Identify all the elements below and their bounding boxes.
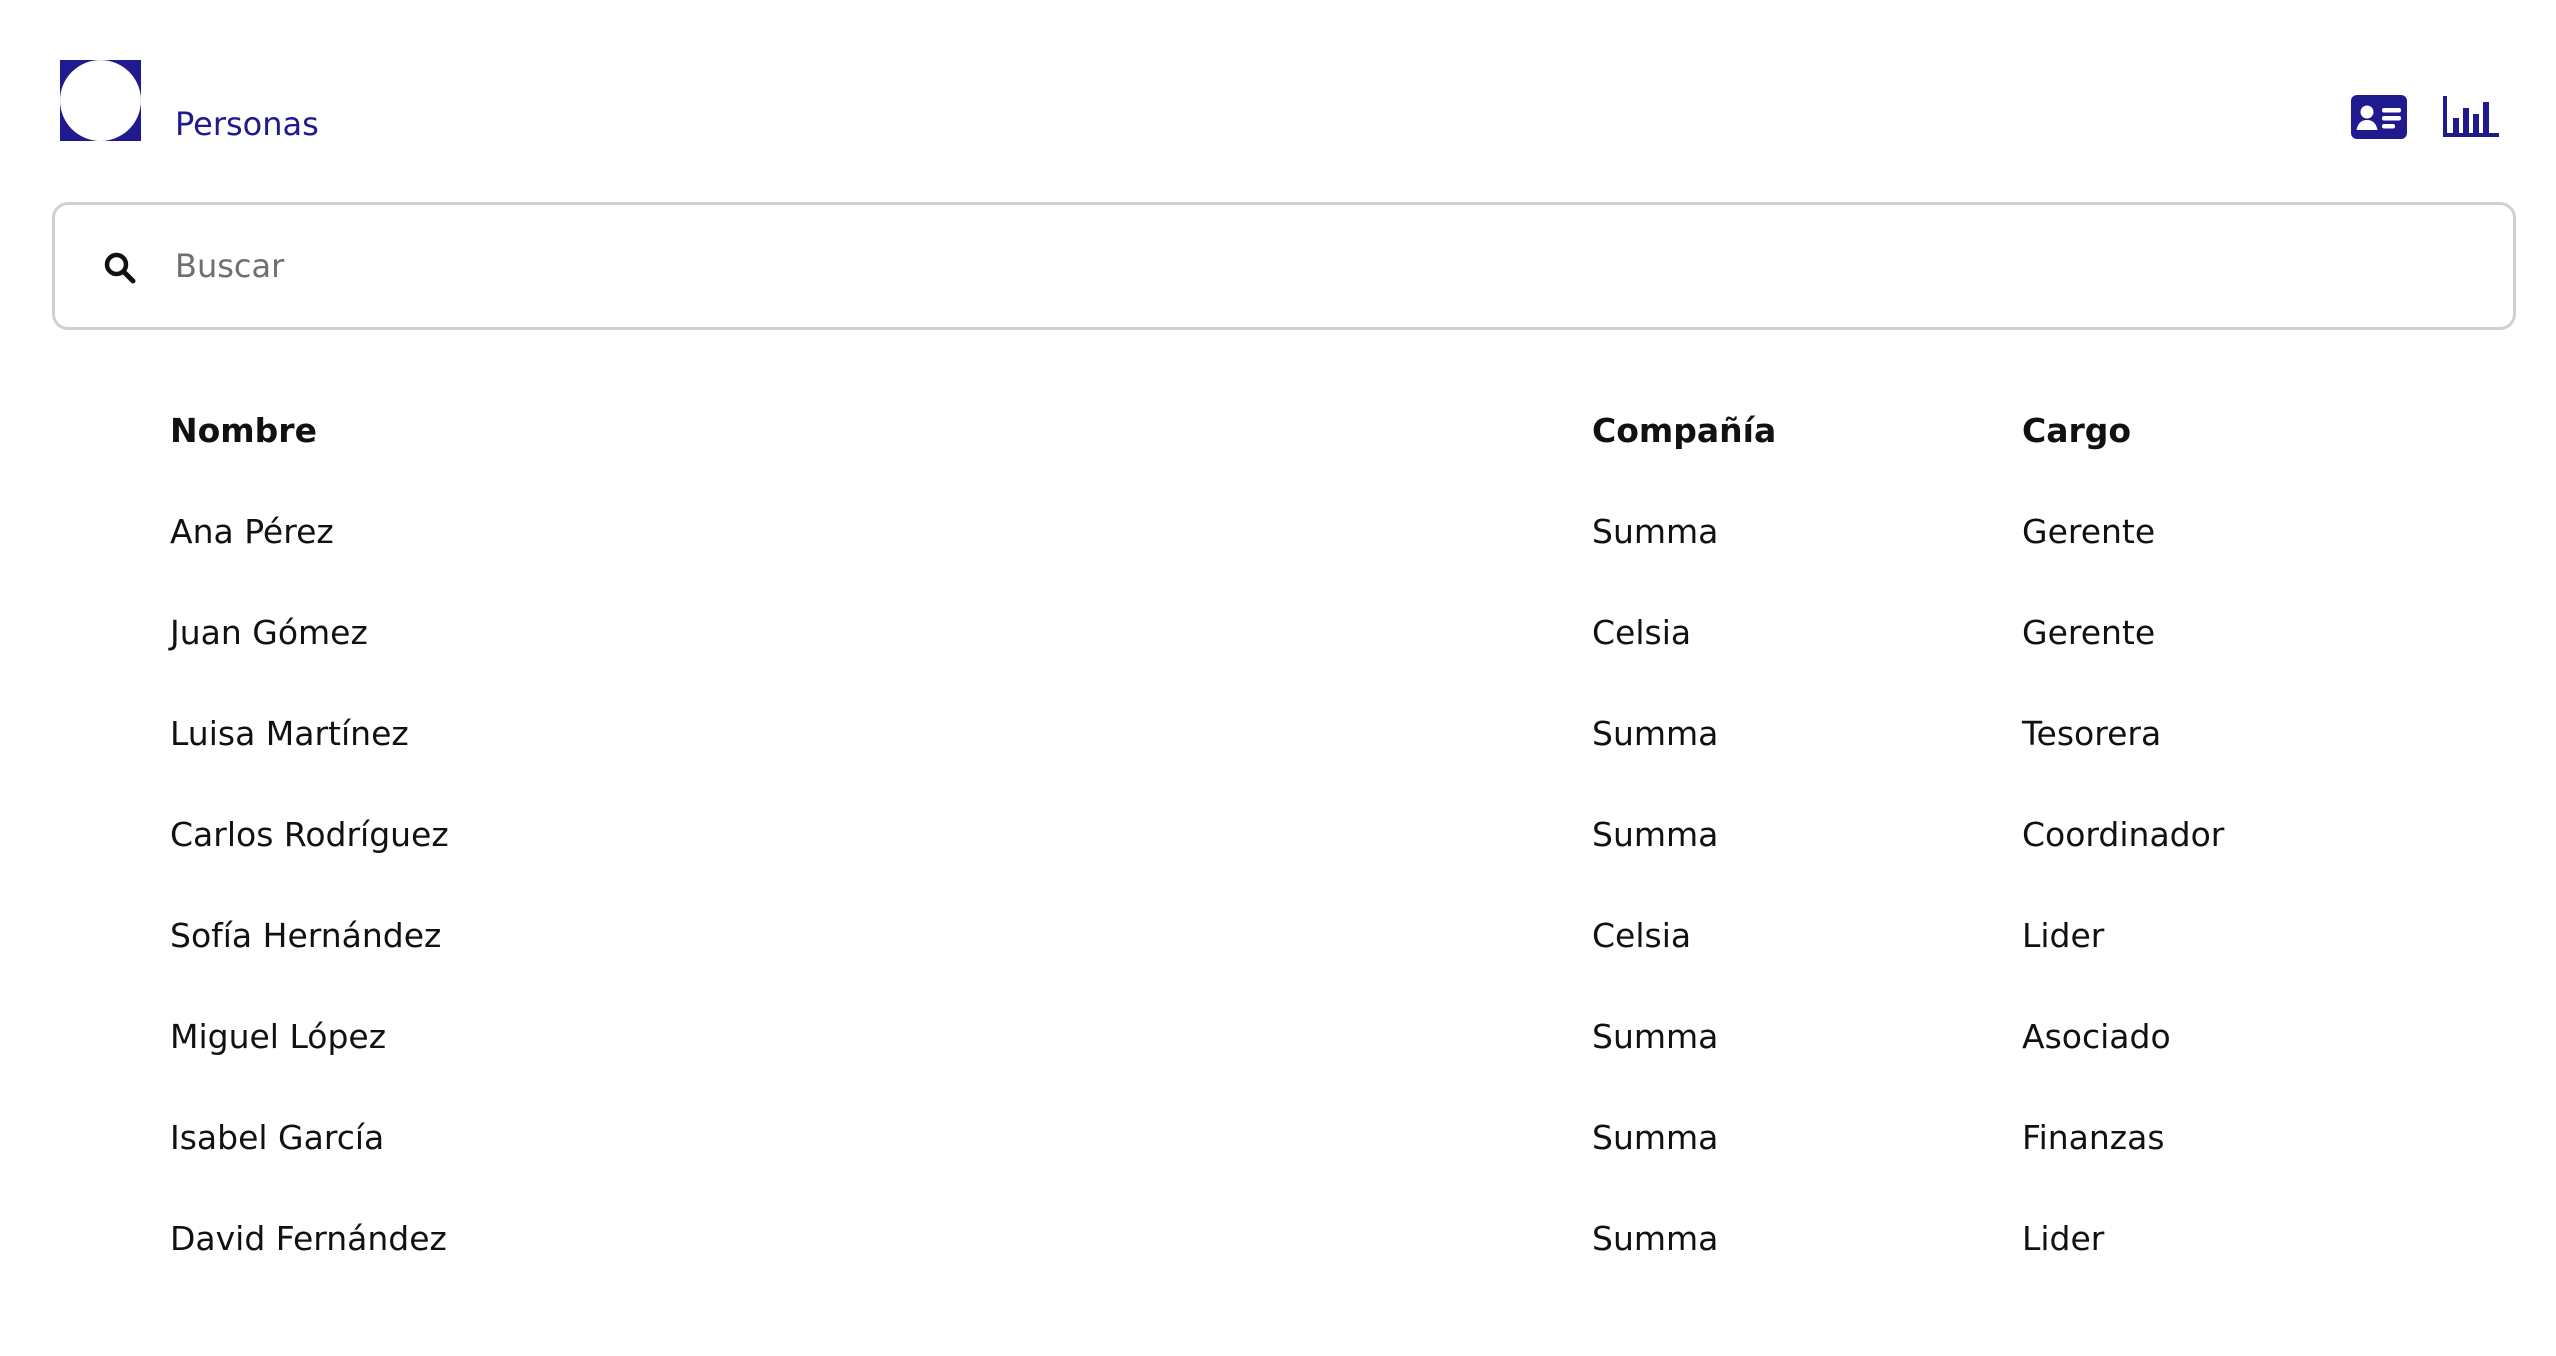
cell-role: Tesorera: [2022, 714, 2162, 753]
cell-name: David Fernández: [170, 1219, 447, 1258]
column-header-company[interactable]: Compañía: [1592, 380, 1776, 481]
statistics-button[interactable]: [2442, 94, 2500, 140]
cell-role: Coordinador: [2022, 815, 2225, 854]
cell-company: Celsia: [1592, 916, 1692, 955]
cell-name: Juan Gómez: [170, 613, 368, 652]
cell-role: Gerente: [2022, 613, 2156, 652]
cell-company: Summa: [1592, 714, 1719, 753]
cell-role: Finanzas: [2022, 1118, 2165, 1157]
cell-name: Carlos Rodríguez: [170, 815, 449, 854]
cell-company: Summa: [1592, 1118, 1719, 1157]
table-row[interactable]: David Fernández Summa Lider: [0, 1188, 2556, 1289]
table-row[interactable]: Miguel López Summa Asociado: [0, 986, 2556, 1087]
table-row[interactable]: Luisa Martínez Summa Tesorera: [0, 683, 2556, 784]
contact-card-button[interactable]: [2350, 94, 2408, 140]
app-header: Personas: [0, 0, 2556, 190]
cell-name: Miguel López: [170, 1017, 387, 1056]
cell-company: Summa: [1592, 815, 1719, 854]
logo[interactable]: [60, 60, 141, 141]
cell-company: Celsia: [1592, 613, 1692, 652]
table-row[interactable]: Juan Gómez Celsia Gerente: [0, 582, 2556, 683]
column-header-role[interactable]: Cargo: [2022, 380, 2131, 481]
cell-role: Lider: [2022, 916, 2105, 955]
contact-card-icon: [2351, 95, 2407, 139]
cell-company: Summa: [1592, 1219, 1719, 1258]
cell-name: Sofía Hernández: [170, 916, 442, 955]
page-title-link[interactable]: Personas: [175, 100, 319, 148]
cell-name: Luisa Martínez: [170, 714, 409, 753]
column-header-name[interactable]: Nombre: [170, 380, 317, 481]
table-row[interactable]: Carlos Rodríguez Summa Coordinador: [0, 784, 2556, 885]
cell-role: Lider: [2022, 1219, 2105, 1258]
search-input[interactable]: [175, 233, 2475, 299]
cell-role: Gerente: [2022, 512, 2156, 551]
cell-role: Asociado: [2022, 1017, 2171, 1056]
cell-company: Summa: [1592, 1017, 1719, 1056]
people-table: Nombre Compañía Cargo Ana Pérez Summa Ge…: [0, 380, 2556, 1289]
cell-name: Ana Pérez: [170, 512, 334, 551]
header-actions: [2350, 94, 2500, 140]
table-row[interactable]: Ana Pérez Summa Gerente: [0, 481, 2556, 582]
table-row[interactable]: Isabel García Summa Finanzas: [0, 1087, 2556, 1188]
table-row[interactable]: Sofía Hernández Celsia Lider: [0, 885, 2556, 986]
table-header-row: Nombre Compañía Cargo: [0, 380, 2556, 481]
logo-circle: [60, 60, 141, 141]
bar-chart-icon: [2443, 96, 2499, 137]
search-icon: [104, 252, 136, 284]
cell-name: Isabel García: [170, 1118, 385, 1157]
search-bar: [52, 202, 2516, 330]
cell-company: Summa: [1592, 512, 1719, 551]
